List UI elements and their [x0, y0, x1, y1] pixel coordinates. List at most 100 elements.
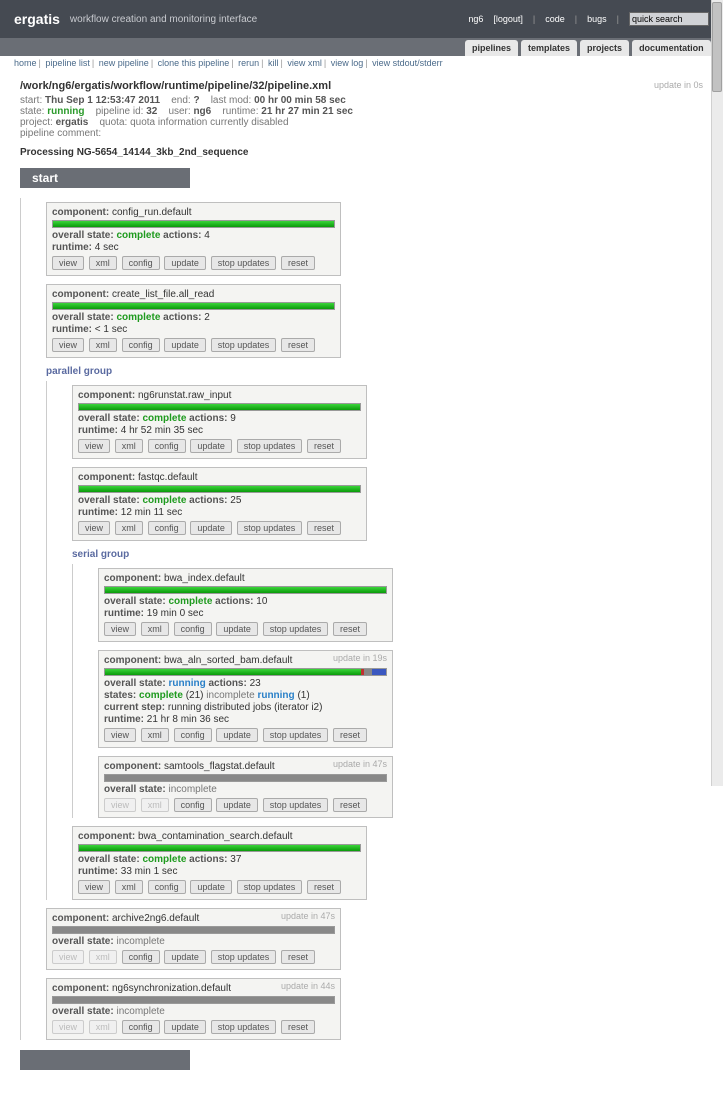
c6-progress [104, 668, 387, 676]
update-button[interactable]: update [164, 1020, 206, 1034]
scrollbar-thumb[interactable] [712, 2, 722, 92]
submenu-view-xml[interactable]: view xml [287, 58, 322, 68]
xml-button[interactable]: xml [141, 728, 169, 742]
submenu-pipeline-list[interactable]: pipeline list [45, 58, 90, 68]
processing-value: NG-5654_14144_3kb_2nd_sequence [77, 147, 249, 158]
xml-button[interactable]: xml [115, 880, 143, 894]
update-button[interactable]: update [190, 880, 232, 894]
tabs-row: pipelines templates projects documentati… [0, 38, 723, 56]
search-input[interactable] [629, 12, 709, 26]
xml-button[interactable]: xml [141, 798, 169, 812]
submenu-new-pipeline[interactable]: new pipeline [99, 58, 149, 68]
user-label: ng6 [468, 14, 483, 24]
config-button[interactable]: config [174, 798, 212, 812]
config-button[interactable]: config [174, 622, 212, 636]
c10-progress [52, 996, 335, 1004]
view-button[interactable]: view [104, 728, 136, 742]
reset-button[interactable]: reset [333, 728, 367, 742]
view-button[interactable]: view [52, 1020, 84, 1034]
bugs-link[interactable]: bugs [587, 14, 607, 24]
code-link[interactable]: code [545, 14, 565, 24]
xml-button[interactable]: xml [89, 950, 117, 964]
xml-button[interactable]: xml [115, 439, 143, 453]
logout-link[interactable]: [logout] [493, 14, 523, 24]
c4-actions: 25 [230, 495, 241, 506]
stop-updates-button[interactable]: stop updates [211, 1020, 277, 1034]
submenu-kill[interactable]: kill [268, 58, 279, 68]
reset-button[interactable]: reset [333, 622, 367, 636]
reset-button[interactable]: reset [281, 1020, 315, 1034]
runtime-meta-value: 21 hr 27 min 21 sec [261, 106, 353, 117]
xml-button[interactable]: xml [89, 1020, 117, 1034]
update-button[interactable]: update [190, 439, 232, 453]
view-button[interactable]: view [104, 622, 136, 636]
reset-button[interactable]: reset [281, 256, 315, 270]
c3-runtime: 4 hr 52 min 35 sec [121, 425, 203, 436]
config-button[interactable]: config [174, 728, 212, 742]
submenu-rerun[interactable]: rerun [238, 58, 259, 68]
stop-updates-button[interactable]: stop updates [263, 728, 329, 742]
card-bwa-contamination: component: bwa_contamination_search.defa… [72, 826, 367, 900]
view-button[interactable]: view [52, 338, 84, 352]
stop-updates-button[interactable]: stop updates [237, 439, 303, 453]
project-label: project: [20, 117, 53, 128]
view-button[interactable]: view [52, 950, 84, 964]
xml-button[interactable]: xml [89, 256, 117, 270]
stop-updates-button[interactable]: stop updates [263, 622, 329, 636]
stop-updates-button[interactable]: stop updates [211, 256, 277, 270]
update-button[interactable]: update [190, 521, 232, 535]
update-button[interactable]: update [164, 338, 206, 352]
c4-state: complete [142, 495, 186, 506]
reset-button[interactable]: reset [307, 880, 341, 894]
view-button[interactable]: view [78, 521, 110, 535]
update-button[interactable]: update [216, 728, 258, 742]
config-button[interactable]: config [122, 338, 160, 352]
xml-button[interactable]: xml [141, 622, 169, 636]
reset-button[interactable]: reset [281, 338, 315, 352]
section-start: start [20, 168, 190, 188]
tab-documentation[interactable]: documentation [632, 40, 711, 56]
c6-state: running [168, 678, 205, 689]
view-button[interactable]: view [78, 880, 110, 894]
app-header: ergatis workflow creation and monitoring… [0, 0, 723, 38]
view-button[interactable]: view [52, 256, 84, 270]
c7-name: samtools_flagstat.default [164, 761, 275, 772]
lastmod-label: last mod: [211, 95, 252, 106]
tab-projects[interactable]: projects [580, 40, 629, 56]
config-button[interactable]: config [148, 521, 186, 535]
c5-progress [104, 586, 387, 594]
c4-progress [78, 485, 361, 493]
c7-progress [104, 774, 387, 782]
view-button[interactable]: view [78, 439, 110, 453]
config-button[interactable]: config [148, 439, 186, 453]
submenu-home[interactable]: home [14, 58, 37, 68]
submenu-view-log[interactable]: view log [331, 58, 364, 68]
stop-updates-button[interactable]: stop updates [263, 798, 329, 812]
submenu-clone[interactable]: clone this pipeline [158, 58, 230, 68]
config-button[interactable]: config [148, 880, 186, 894]
quota-value: quota information currently disabled [130, 117, 288, 128]
xml-button[interactable]: xml [89, 338, 117, 352]
xml-button[interactable]: xml [115, 521, 143, 535]
stop-updates-button[interactable]: stop updates [237, 521, 303, 535]
reset-button[interactable]: reset [333, 798, 367, 812]
update-button[interactable]: update [164, 256, 206, 270]
update-button[interactable]: update [216, 798, 258, 812]
stop-updates-button[interactable]: stop updates [211, 950, 277, 964]
reset-button[interactable]: reset [307, 521, 341, 535]
config-button[interactable]: config [122, 1020, 160, 1034]
config-button[interactable]: config [122, 950, 160, 964]
tab-templates[interactable]: templates [521, 40, 577, 56]
tab-pipelines[interactable]: pipelines [465, 40, 518, 56]
update-button[interactable]: update [164, 950, 206, 964]
update-button[interactable]: update [216, 622, 258, 636]
reset-button[interactable]: reset [307, 439, 341, 453]
stop-updates-button[interactable]: stop updates [211, 338, 277, 352]
config-button[interactable]: config [122, 256, 160, 270]
processing-label: Processing [20, 147, 74, 158]
stop-updates-button[interactable]: stop updates [237, 880, 303, 894]
reset-button[interactable]: reset [281, 950, 315, 964]
view-button[interactable]: view [104, 798, 136, 812]
submenu-view-stdout[interactable]: view stdout/stderr [372, 58, 443, 68]
start-label: start: [20, 95, 42, 106]
